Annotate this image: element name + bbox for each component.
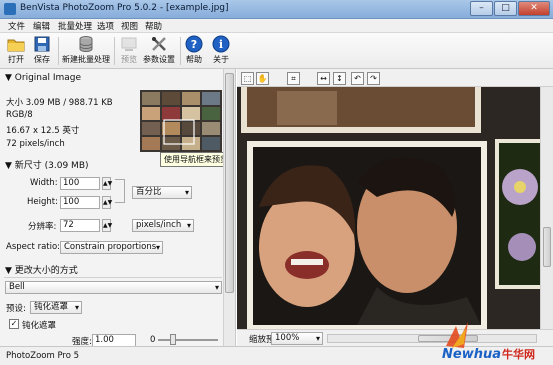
aspect-ratio-label: Aspect ratio: (6, 242, 61, 252)
height-stepper[interactable]: ▲▼ (102, 196, 112, 209)
strength-slider-thumb[interactable] (170, 334, 176, 345)
width-input[interactable]: 100 (60, 177, 100, 190)
watermark-logo: Newhua 牛华网 (438, 318, 548, 362)
strength-slider-track[interactable] (158, 339, 218, 341)
resolution-label: 分辨率: (28, 222, 57, 232)
width-stepper[interactable]: ▲▼ (102, 177, 112, 190)
toolbar: 打开 保存 新建批量处理 预览 参数设置 ? 帮助 i 关于 (0, 33, 553, 69)
newhua-logo-icon: Newhua 牛华网 (442, 322, 535, 362)
select-tool-icon[interactable]: ⬚ (241, 72, 254, 85)
panel-scrollbar[interactable] (223, 69, 235, 346)
info-icon: i (212, 35, 230, 53)
original-image-header[interactable]: ▼ Original Image (5, 73, 81, 83)
navigator-thumbnail[interactable] (140, 90, 222, 152)
strength-min-label: 0 (150, 335, 156, 345)
menu-bar: 文件 编辑 批量处理 选项 视图 帮助 (0, 19, 553, 33)
crop-tool-icon[interactable]: ⌗ (287, 72, 300, 85)
app-icon (4, 3, 16, 15)
new-batch-button[interactable]: 新建批量处理 (62, 35, 110, 67)
status-text: PhotoZoom Pro 5 (6, 351, 80, 361)
color-mode: RGB/8 (6, 110, 33, 120)
unsharp-label: 钝化遮罩 (22, 321, 57, 331)
proportion-link-bracket (115, 179, 125, 203)
height-label: Height: (27, 197, 58, 207)
strength-input[interactable]: 1.00 (92, 334, 136, 346)
svg-text:Newhua: Newhua (442, 347, 501, 362)
resolution-stepper[interactable]: ▲▼ (102, 219, 112, 232)
panel-scrollbar-thumb[interactable] (225, 73, 234, 293)
width-label: Width: (30, 178, 58, 188)
preview-photo (237, 87, 540, 329)
menu-batch[interactable]: 批量处理 (58, 20, 92, 32)
hand-tool-icon[interactable]: ✋ (256, 72, 269, 85)
maximize-button[interactable]: □ (494, 1, 517, 16)
fit-height-icon[interactable]: ↕ (333, 72, 346, 85)
height-input[interactable]: 100 (60, 196, 100, 209)
resize-method-select[interactable]: Bell (5, 281, 222, 294)
canvas-scrollbar-thumb[interactable] (543, 227, 551, 267)
close-button[interactable]: ✕ (518, 1, 550, 16)
rotate-left-icon[interactable]: ↶ (351, 72, 364, 85)
menu-options[interactable]: 选项 (97, 20, 114, 32)
preset-label: 预设: (6, 304, 26, 314)
preset-select[interactable]: 钝化遮罩 (30, 301, 82, 314)
folder-icon (7, 39, 25, 52)
settings-panel: ▼ Original Image 大小 3.09 MB / 988.71 KB … (0, 69, 236, 346)
menu-edit[interactable]: 编辑 (33, 20, 50, 32)
canvas-scrollbar[interactable] (540, 87, 553, 329)
menu-view[interactable]: 视图 (121, 20, 138, 32)
size-unit-select[interactable]: 百分比 (132, 186, 192, 199)
tools-icon (152, 37, 166, 51)
preview-icon (121, 37, 137, 51)
original-size: 大小 3.09 MB / 988.71 KB (6, 98, 113, 108)
menu-help[interactable]: 帮助 (145, 20, 162, 32)
toolbar-separator (58, 37, 59, 65)
menu-file[interactable]: 文件 (8, 20, 25, 32)
help-button[interactable]: ? 帮助 (183, 35, 205, 67)
database-icon (79, 36, 93, 53)
about-button[interactable]: i 关于 (210, 35, 232, 67)
settings-button[interactable]: 参数设置 (142, 35, 176, 67)
svg-text:?: ? (191, 38, 197, 51)
aspect-ratio-select[interactable]: Constrain proportions (60, 241, 163, 254)
preview-button[interactable]: 预览 (117, 35, 141, 67)
resize-method-header[interactable]: ▼ 更改大小的方式 (5, 263, 78, 276)
save-button[interactable]: 保存 (30, 35, 54, 67)
svg-text:牛华网: 牛华网 (502, 347, 535, 361)
svg-text:i: i (219, 38, 223, 51)
floppy-icon (34, 36, 50, 52)
resolution-unit-select[interactable]: pixels/inch (132, 219, 194, 232)
viewer-toolbar: ⬚ ✋ ⌗ ↔ ↕ ↶ ↷ (237, 69, 553, 87)
new-size-header[interactable]: ▼ 新尺寸 (3.09 MB) (5, 158, 89, 171)
help-icon: ? (185, 35, 203, 53)
toolbar-separator (180, 37, 181, 65)
toolbar-separator (114, 37, 115, 65)
image-preview-canvas[interactable] (237, 87, 540, 329)
open-button[interactable]: 打开 (4, 35, 28, 67)
original-resolution: 72 pixels/inch (6, 139, 65, 149)
rotate-right-icon[interactable]: ↷ (367, 72, 380, 85)
divider (4, 277, 222, 278)
title-bar: BenVista PhotoZoom Pro 5.0.2 - [example.… (0, 0, 553, 19)
strength-label: 强度: (72, 337, 92, 346)
fit-width-icon[interactable]: ↔ (317, 72, 330, 85)
window-title: BenVista PhotoZoom Pro 5.0.2 - [example.… (20, 3, 229, 13)
resolution-input[interactable]: 72 (60, 219, 100, 232)
zoom-select[interactable]: 100% (271, 332, 323, 345)
unsharp-checkbox[interactable]: ✓ (9, 319, 19, 329)
minimize-button[interactable]: – (470, 1, 493, 16)
original-dimensions: 16.67 x 12.5 英寸 (6, 126, 80, 136)
